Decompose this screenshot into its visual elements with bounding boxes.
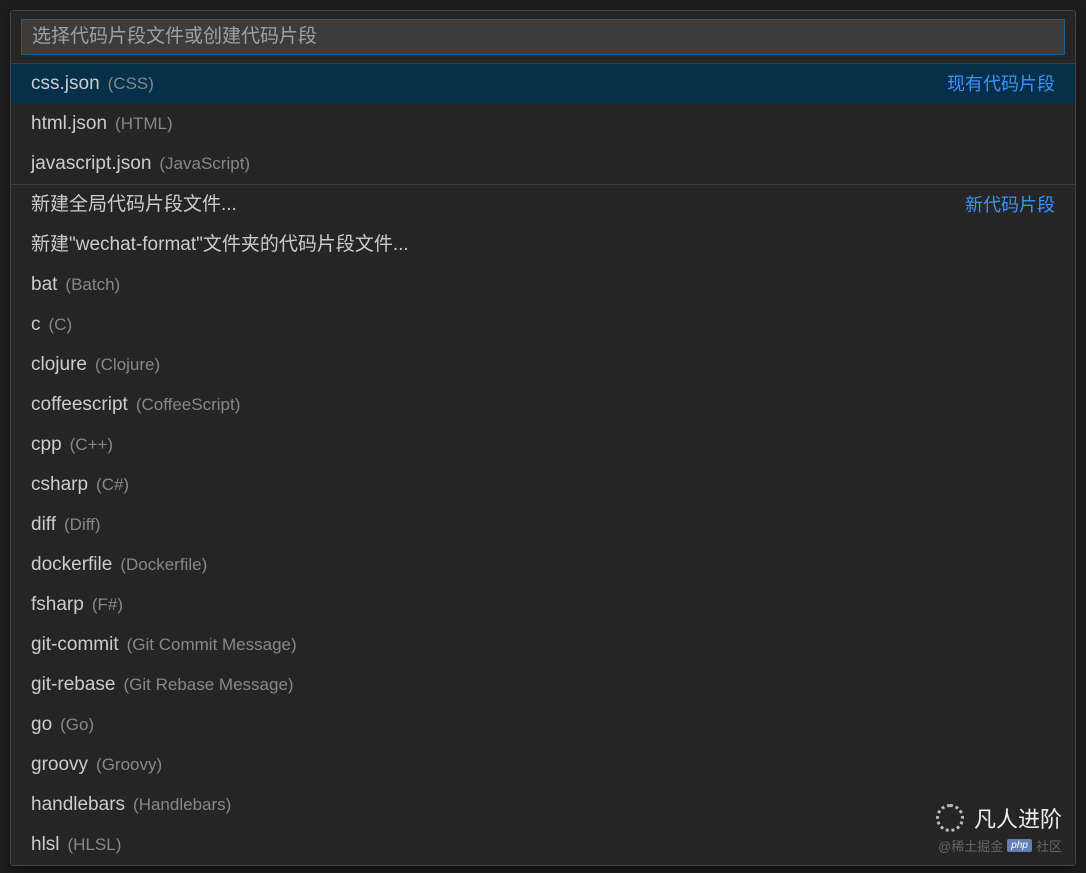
list-item[interactable]: javascript.json (JavaScript): [11, 144, 1075, 184]
list-item[interactable]: handlebars (Handlebars): [11, 785, 1075, 825]
watermark-tag: php: [1007, 839, 1032, 852]
item-left: hlsl (HLSL): [31, 831, 121, 859]
list-item[interactable]: 新建"wechat-format"文件夹的代码片段文件...: [11, 225, 1075, 265]
input-container: [11, 11, 1075, 64]
snippet-list: css.json (CSS) 现有代码片段 html.json (HTML) javasc…: [11, 64, 1075, 865]
item-left: dockerfile (Dockerfile): [31, 551, 207, 579]
item-desc: (Dockerfile): [120, 551, 207, 579]
item-left: csharp (C#): [31, 471, 129, 499]
item-left: cpp (C++): [31, 431, 113, 459]
item-left: groovy (Groovy): [31, 751, 162, 779]
group-badge: 新代码片段: [965, 191, 1055, 219]
item-desc: (CoffeeScript): [136, 391, 241, 419]
item-desc: (HLSL): [68, 831, 122, 859]
list-item[interactable]: go (Go): [11, 705, 1075, 745]
item-desc: (Diff): [64, 511, 101, 539]
item-left: handlebars (Handlebars): [31, 791, 231, 819]
item-name: css.json: [31, 70, 100, 98]
item-desc: (F#): [92, 591, 123, 619]
item-desc: (JavaScript): [159, 150, 250, 178]
item-name: 新建全局代码片段文件...: [31, 191, 237, 219]
watermark-title: 凡人进阶: [974, 802, 1062, 834]
list-item[interactable]: git-commit (Git Commit Message): [11, 625, 1075, 665]
list-item[interactable]: cpp (C++): [11, 425, 1075, 465]
item-left: git-rebase (Git Rebase Message): [31, 671, 294, 699]
snippet-search-input[interactable]: [21, 19, 1065, 55]
list-item[interactable]: hlsl (HLSL): [11, 825, 1075, 865]
item-name: diff: [31, 511, 56, 539]
watermark-subtitle: @稀土掘金 php 社区: [938, 836, 1062, 855]
list-item[interactable]: bat (Batch): [11, 265, 1075, 305]
list-item[interactable]: groovy (Groovy): [11, 745, 1075, 785]
item-left: bat (Batch): [31, 271, 120, 299]
item-desc: (Clojure): [95, 351, 160, 379]
item-name: cpp: [31, 431, 62, 459]
item-name: fsharp: [31, 591, 84, 619]
item-desc: (Go): [60, 711, 94, 739]
item-left: git-commit (Git Commit Message): [31, 631, 297, 659]
item-name: coffeescript: [31, 391, 128, 419]
item-desc: (C++): [70, 431, 113, 459]
item-name: git-rebase: [31, 671, 116, 699]
item-left: diff (Diff): [31, 511, 101, 539]
spinner-icon: [936, 804, 964, 832]
item-name: bat: [31, 271, 57, 299]
item-name: csharp: [31, 471, 88, 499]
item-name: groovy: [31, 751, 88, 779]
item-left: go (Go): [31, 711, 94, 739]
item-left: clojure (Clojure): [31, 351, 160, 379]
quickpick-panel: css.json (CSS) 现有代码片段 html.json (HTML) javasc…: [10, 10, 1076, 866]
item-name: c: [31, 311, 41, 339]
item-desc: (C#): [96, 471, 129, 499]
watermark-sub-suffix: 社区: [1036, 836, 1062, 855]
watermark: 凡人进阶 @稀土掘金 php 社区: [936, 802, 1062, 855]
item-desc: (C): [49, 311, 73, 339]
item-desc: (HTML): [115, 110, 173, 138]
item-desc: (Git Commit Message): [127, 631, 297, 659]
item-left: fsharp (F#): [31, 591, 123, 619]
item-desc: (CSS): [108, 70, 154, 98]
list-item[interactable]: git-rebase (Git Rebase Message): [11, 665, 1075, 705]
item-name: hlsl: [31, 831, 60, 859]
list-item[interactable]: 新建全局代码片段文件... 新代码片段: [11, 184, 1075, 225]
item-left: css.json (CSS): [31, 70, 154, 98]
list-item[interactable]: c (C): [11, 305, 1075, 345]
item-desc: (Batch): [65, 271, 120, 299]
item-name: handlebars: [31, 791, 125, 819]
item-left: 新建全局代码片段文件...: [31, 191, 237, 219]
item-left: html.json (HTML): [31, 110, 173, 138]
list-item[interactable]: dockerfile (Dockerfile): [11, 545, 1075, 585]
list-item[interactable]: html.json (HTML): [11, 104, 1075, 144]
item-left: c (C): [31, 311, 72, 339]
list-item[interactable]: css.json (CSS) 现有代码片段: [11, 64, 1075, 104]
item-left: javascript.json (JavaScript): [31, 150, 250, 178]
item-name: go: [31, 711, 52, 739]
item-desc: (Git Rebase Message): [124, 671, 294, 699]
item-desc: (Groovy): [96, 751, 162, 779]
list-item[interactable]: csharp (C#): [11, 465, 1075, 505]
item-name: dockerfile: [31, 551, 112, 579]
list-item[interactable]: clojure (Clojure): [11, 345, 1075, 385]
item-left: 新建"wechat-format"文件夹的代码片段文件...: [31, 231, 409, 259]
item-name: 新建"wechat-format"文件夹的代码片段文件...: [31, 231, 409, 259]
list-item[interactable]: diff (Diff): [11, 505, 1075, 545]
group-badge: 现有代码片段: [947, 70, 1055, 98]
item-left: coffeescript (CoffeeScript): [31, 391, 240, 419]
item-name: clojure: [31, 351, 87, 379]
item-name: javascript.json: [31, 150, 151, 178]
list-item[interactable]: fsharp (F#): [11, 585, 1075, 625]
watermark-sub-prefix: @稀土掘金: [938, 836, 1003, 855]
item-name: html.json: [31, 110, 107, 138]
item-desc: (Handlebars): [133, 791, 231, 819]
item-name: git-commit: [31, 631, 119, 659]
watermark-top: 凡人进阶: [936, 802, 1062, 834]
list-item[interactable]: coffeescript (CoffeeScript): [11, 385, 1075, 425]
